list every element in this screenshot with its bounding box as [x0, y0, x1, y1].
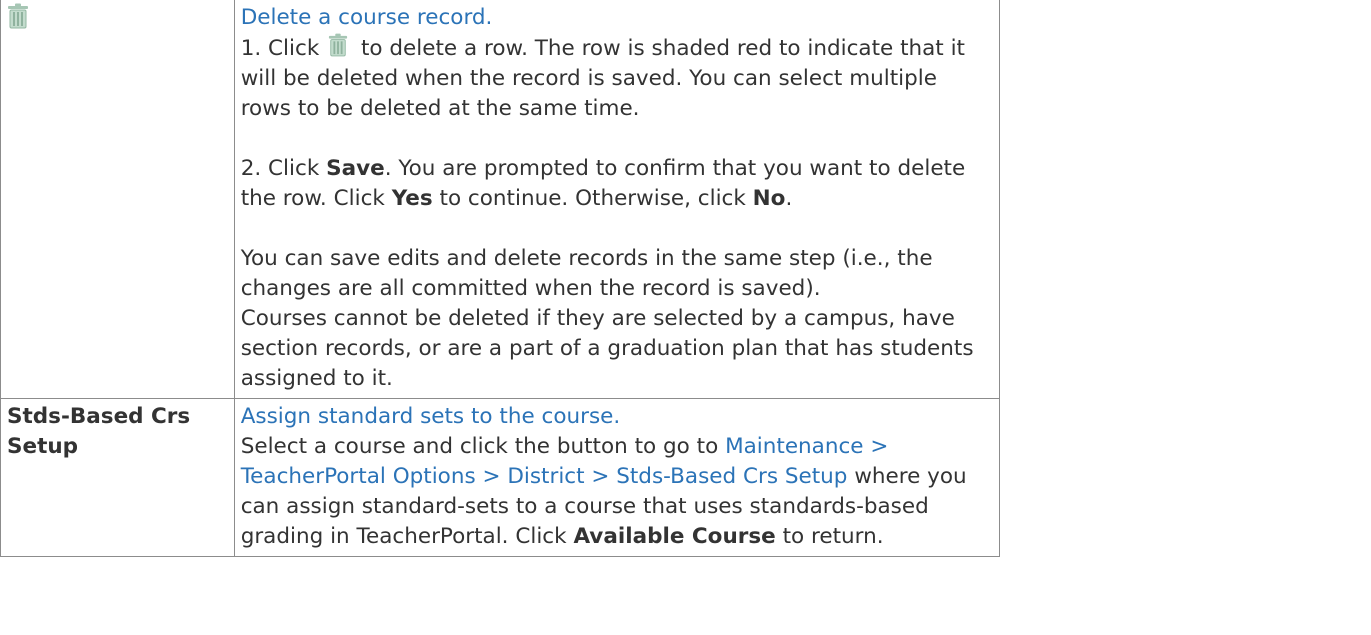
trash-icon — [8, 3, 28, 29]
stds-based-crs-setup-label: Stds-Based Crs Setup — [7, 404, 191, 459]
content-cell: Delete a course record. 1. Click to dele… — [233, 0, 1001, 399]
table-row: Stds-Based Crs Setup Assign standard set… — [0, 398, 1001, 557]
step-2-text: 2. Click Save. You are prompted to confi… — [240, 156, 966, 211]
note-save-edits: You can save edits and delete records in… — [240, 246, 933, 301]
trash-icon — [329, 33, 348, 57]
label-cell — [0, 0, 235, 399]
note-delete-restriction: Courses cannot be deleted if they are se… — [240, 306, 974, 391]
stds-description: Select a course and click the button to … — [240, 434, 967, 549]
delete-record-link[interactable]: Delete a course record. — [241, 5, 493, 30]
content-cell: Assign standard sets to the course. Sele… — [233, 398, 1001, 557]
assign-standard-sets-link[interactable]: Assign standard sets to the course. — [241, 404, 621, 429]
documentation-table: Delete a course record. 1. Click to dele… — [0, 0, 1001, 557]
table-row: Delete a course record. 1. Click to dele… — [0, 0, 1001, 399]
step-1-text: 1. Click to delete a row. The row is sha… — [241, 33, 993, 124]
label-cell: Stds-Based Crs Setup — [0, 398, 235, 557]
